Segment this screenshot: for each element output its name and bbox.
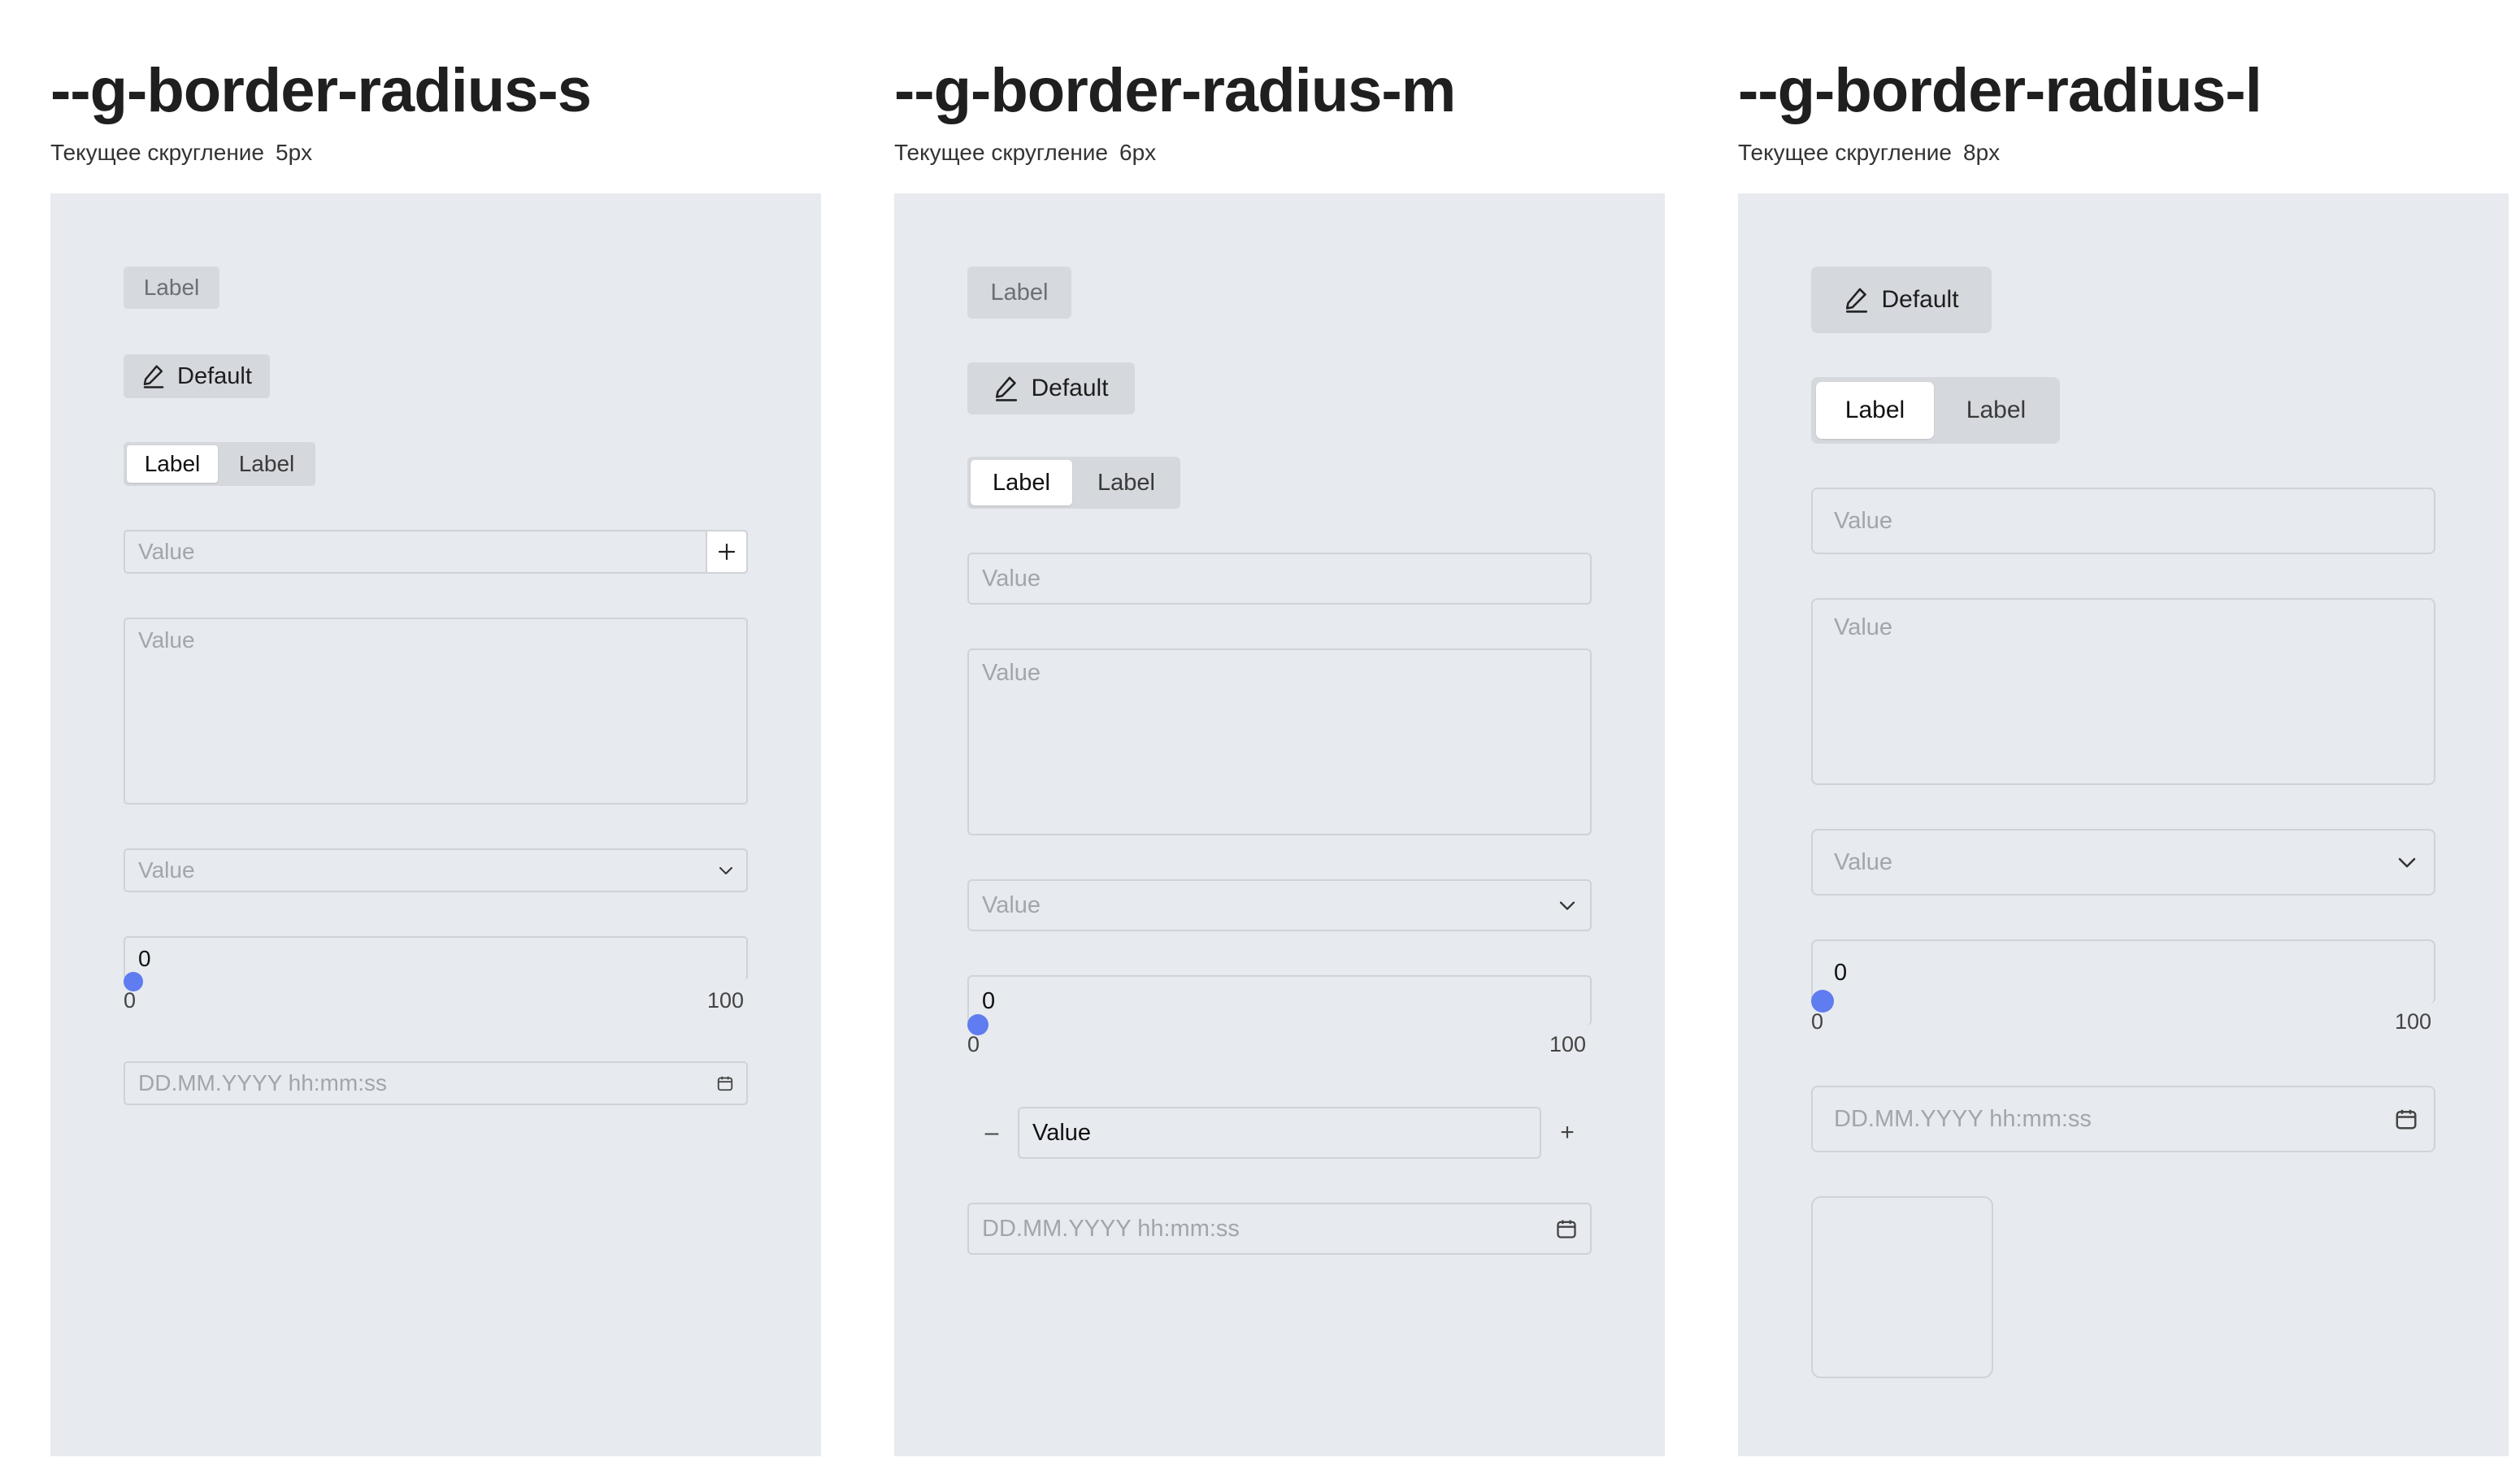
column-radius-l: --g-border-radius-l Текущее скругление 8p… bbox=[1738, 0, 2509, 1456]
plus-icon[interactable] bbox=[706, 531, 746, 572]
pencil-icon bbox=[993, 375, 1019, 402]
pencil-icon bbox=[141, 363, 166, 389]
preview-panel: Default Label Label Value Value Value 0 … bbox=[1738, 193, 2509, 1456]
current-radius-label: Текущее скругление bbox=[1738, 140, 1953, 165]
select[interactable]: Value bbox=[124, 848, 748, 892]
segment-option-2[interactable]: Label bbox=[221, 445, 312, 483]
stepper-value: Value bbox=[1032, 1119, 1092, 1146]
select-placeholder: Value bbox=[982, 891, 1041, 918]
current-radius-value: 5px bbox=[276, 140, 313, 165]
slider-max-label: 100 bbox=[707, 988, 745, 1013]
slider-max-label: 100 bbox=[2395, 1009, 2432, 1034]
textarea[interactable]: Value bbox=[967, 648, 1592, 835]
textarea-placeholder: Value bbox=[1834, 614, 1893, 640]
slider-min-label: 0 bbox=[1811, 1009, 1824, 1034]
select-placeholder: Value bbox=[138, 857, 195, 883]
datetime-input[interactable]: DD.MM.YYYY hh:mm:ss bbox=[967, 1203, 1592, 1255]
text-input-placeholder: Value bbox=[1834, 507, 1893, 534]
textarea-placeholder: Value bbox=[982, 660, 1041, 686]
default-button-label: Default bbox=[177, 362, 252, 389]
segment-option-1[interactable]: Label bbox=[127, 445, 218, 483]
select[interactable]: Value bbox=[967, 879, 1592, 931]
text-input-with-add[interactable]: Value bbox=[124, 530, 748, 574]
slider-value: 0 bbox=[982, 987, 996, 1014]
textarea-placeholder: Value bbox=[138, 627, 195, 653]
textarea[interactable]: Value bbox=[1811, 598, 2435, 785]
label-chip: Label bbox=[124, 267, 219, 309]
stepper-plus-button[interactable]: + bbox=[1543, 1107, 1592, 1159]
slider-value: 0 bbox=[138, 946, 151, 971]
column-radius-m: --g-border-radius-m Текущее скругление 6p… bbox=[894, 0, 1665, 1456]
text-input[interactable]: Value bbox=[1811, 488, 2435, 554]
segment-option-2[interactable]: Label bbox=[1075, 460, 1177, 505]
column-title: --g-border-radius-m bbox=[894, 56, 1456, 125]
calendar-icon[interactable] bbox=[1543, 1204, 1590, 1253]
label-chip: Label bbox=[967, 267, 1071, 319]
text-input[interactable]: Value bbox=[967, 553, 1592, 605]
column-radius-s: --g-border-radius-s Текущее скругление 5p… bbox=[50, 0, 821, 1456]
stepper-input[interactable]: Value bbox=[1018, 1107, 1541, 1159]
chevron-down-icon bbox=[2380, 831, 2434, 894]
preview-panel: Label Default Label Label Value Value Va… bbox=[894, 193, 1665, 1456]
column-title: --g-border-radius-l bbox=[1738, 56, 2262, 125]
default-button[interactable]: Default bbox=[124, 354, 270, 398]
slider-min-label: 0 bbox=[967, 1032, 980, 1056]
column-title: --g-border-radius-s bbox=[50, 56, 592, 125]
slider-min-label: 0 bbox=[124, 988, 137, 1013]
current-radius-caption: Текущее скругление 8px bbox=[1738, 137, 2000, 169]
segmented-control: Label Label bbox=[967, 457, 1180, 509]
segment-option-2[interactable]: Label bbox=[1937, 382, 2055, 439]
current-radius-value: 6px bbox=[1119, 140, 1157, 165]
datetime-input[interactable]: DD.MM.YYYY hh:mm:ss bbox=[1811, 1086, 2435, 1152]
current-radius-label: Текущее скругление bbox=[50, 140, 265, 165]
pencil-icon bbox=[1844, 286, 1870, 314]
default-button[interactable]: Default bbox=[967, 362, 1135, 414]
slider-max-label: 100 bbox=[1549, 1032, 1587, 1056]
current-radius-caption: Текущее скругление 5px bbox=[50, 137, 312, 169]
segmented-control: Label Label bbox=[1811, 377, 2060, 444]
slider-input[interactable]: 0 bbox=[1811, 939, 2435, 1004]
segmented-control: Label Label bbox=[124, 442, 315, 486]
select[interactable]: Value bbox=[1811, 829, 2435, 896]
default-button-label: Default bbox=[1881, 286, 1959, 313]
datetime-input[interactable]: DD.MM.YYYY hh:mm:ss bbox=[124, 1061, 748, 1105]
chevron-down-icon bbox=[706, 850, 746, 891]
textarea[interactable]: Value bbox=[124, 618, 748, 805]
current-radius-value: 8px bbox=[1963, 140, 2001, 165]
slider-input[interactable]: 0 bbox=[967, 975, 1592, 1026]
default-button-label: Default bbox=[1031, 375, 1109, 401]
datetime-placeholder: DD.MM.YYYY hh:mm:ss bbox=[982, 1215, 1240, 1242]
preview-panel: Label Default Label Label Value Value Va… bbox=[50, 193, 821, 1456]
slider-input[interactable]: 0 bbox=[124, 936, 748, 980]
text-input-placeholder: Value bbox=[138, 539, 195, 564]
card-box bbox=[1811, 1196, 1993, 1378]
datetime-placeholder: DD.MM.YYYY hh:mm:ss bbox=[138, 1070, 387, 1095]
slider-value: 0 bbox=[1834, 959, 1848, 986]
datetime-placeholder: DD.MM.YYYY hh:mm:ss bbox=[1834, 1105, 2092, 1132]
text-input-placeholder: Value bbox=[982, 565, 1041, 592]
chevron-down-icon bbox=[1545, 881, 1590, 930]
stepper-minus-button[interactable]: – bbox=[967, 1107, 1016, 1159]
calendar-icon[interactable] bbox=[704, 1063, 746, 1104]
calendar-icon[interactable] bbox=[2379, 1087, 2434, 1151]
segment-option-1[interactable]: Label bbox=[1816, 382, 1934, 439]
current-radius-caption: Текущее скругление 6px bbox=[894, 137, 1156, 169]
default-button[interactable]: Default bbox=[1811, 267, 1992, 333]
current-radius-label: Текущее скругление bbox=[894, 140, 1109, 165]
segment-option-1[interactable]: Label bbox=[971, 460, 1072, 505]
select-placeholder: Value bbox=[1834, 848, 1893, 875]
